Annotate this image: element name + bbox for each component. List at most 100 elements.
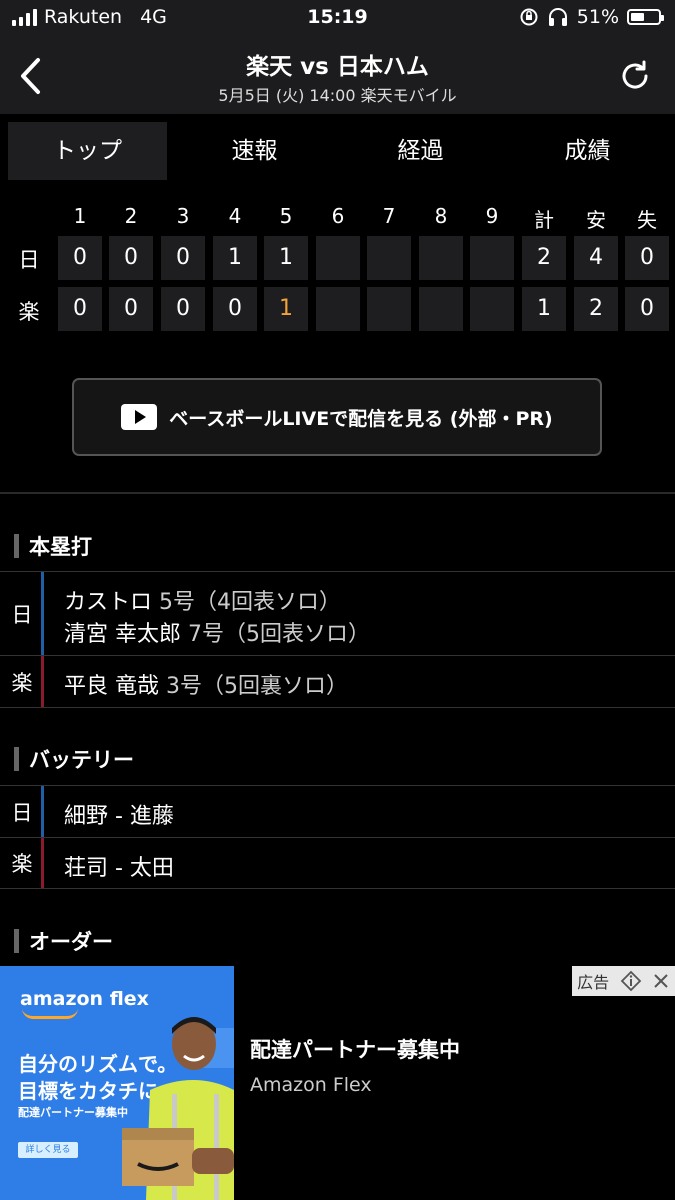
section-title-text: オーダー <box>29 930 113 954</box>
inning-header: 2 <box>124 204 138 228</box>
nav-bar: 楽天 vs 日本ハム 5月5日 (火) 14:00 楽天モバイル <box>0 38 675 114</box>
inning-header: 4 <box>228 204 242 228</box>
ad-cta-button[interactable]: 詳しく見る <box>18 1142 78 1158</box>
team-tag-label: 楽 <box>11 670 33 695</box>
battery-players: 細野 - 進藤 <box>64 804 174 829</box>
team-color-bar <box>41 838 44 888</box>
section-marker <box>14 747 19 771</box>
score-cell: 0 <box>58 287 102 331</box>
score-cell <box>316 236 360 280</box>
ad-logo: amazon flex <box>20 988 149 1010</box>
refresh-icon[interactable] <box>617 58 653 94</box>
live-stream-button[interactable]: ベースボールLIVEで配信を見る (外部・PR) <box>72 378 602 456</box>
status-bar: Rakuten 4G 15:19 51% <box>0 0 675 38</box>
tab-top[interactable]: トップ <box>8 122 167 180</box>
section-title-battery: バッテリー <box>14 744 134 774</box>
ad-tagline: 配達パートナー募集中 <box>18 1106 128 1119</box>
team-color-bar <box>41 786 44 837</box>
status-right: 51% <box>519 6 664 28</box>
delivery-person-illustration <box>122 1017 234 1200</box>
score-cell <box>470 236 514 280</box>
page-title: 楽天 vs 日本ハム <box>246 54 429 80</box>
inning-header: 7 <box>382 204 396 228</box>
homerun-detail: 3号（5回裏ソロ） <box>166 674 348 699</box>
team-tag-nichi: 日 <box>0 572 44 655</box>
ad-info-icon[interactable] <box>620 970 642 992</box>
tab-progress[interactable]: 経過 <box>341 122 500 180</box>
ad-badge: 広告 <box>572 966 675 996</box>
live-stream-label: ベースボールLIVEで配信を見る (外部・PR) <box>169 407 553 430</box>
play-icon <box>121 404 158 430</box>
orientation-lock-icon <box>520 8 538 26</box>
ad-label: 広告 <box>577 973 610 992</box>
total-runs-cell: 2 <box>522 236 566 280</box>
ad-close-icon[interactable] <box>652 972 670 990</box>
player-name: 平良 竜哉 <box>64 674 159 699</box>
errors-cell: 0 <box>625 287 669 331</box>
homerun-row-raku: 楽 平良 竜哉 3号（5回裏ソロ） <box>0 655 675 708</box>
homerun-entry: 平良 竜哉 3号（5回裏ソロ） <box>64 668 348 700</box>
section-title-order: オーダー <box>14 926 113 956</box>
ad-advertiser: Amazon Flex <box>250 1074 372 1096</box>
team-tag-label: 日 <box>11 800 33 825</box>
score-cell: 0 <box>109 236 153 280</box>
battery-percent: 51% <box>576 6 619 28</box>
player-name: カストロ <box>64 590 153 615</box>
score-cell: 0 <box>213 287 257 331</box>
battery-row-raku: 楽 荘司 - 太田 <box>0 837 675 889</box>
total-runs-cell: 1 <box>522 287 566 331</box>
inning-header: 3 <box>176 204 190 228</box>
team-tag-raku: 楽 <box>0 656 44 707</box>
inning-header: 9 <box>485 204 499 228</box>
score-cell <box>419 236 463 280</box>
headphones-icon <box>548 8 567 26</box>
homerun-entry: カストロ 5号（4回表ソロ） <box>64 584 341 616</box>
team-color-bar <box>41 572 44 655</box>
game-info: 5月5日 (火) 14:00 楽天モバイル <box>218 86 457 105</box>
score-cell: 0 <box>161 287 205 331</box>
hits-cell: 2 <box>574 287 618 331</box>
inning-header: 6 <box>331 204 345 228</box>
score-cell <box>367 287 411 331</box>
battery-row-nichi: 日 細野 - 進藤 <box>0 785 675 837</box>
inning-header: 8 <box>434 204 448 228</box>
homerun-row-nichi: 日 カストロ 5号（4回表ソロ） 清宮 幸太郎 7号（5回表ソロ） <box>0 571 675 655</box>
score-cell <box>316 287 360 331</box>
inning-header: 5 <box>279 204 293 228</box>
player-name: 清宮 幸太郎 <box>64 622 181 647</box>
team-label-nichi: 日 <box>18 248 40 272</box>
team-tag-label: 楽 <box>11 852 33 876</box>
inning-header: 1 <box>73 204 87 228</box>
section-title-text: バッテリー <box>29 748 134 772</box>
score-cell: 0 <box>109 287 153 331</box>
score-cell: 1 <box>213 236 257 280</box>
score-cell: 0 <box>58 236 102 280</box>
score-cell: 1 <box>264 236 308 280</box>
divider <box>0 492 675 494</box>
ad-creative[interactable]: amazon flex 自分のリズムで。 目標をカタチに。 配達パートナー募集中… <box>0 966 234 1200</box>
errors-header: 失 <box>637 208 657 232</box>
ad-banner[interactable]: amazon flex 自分のリズムで。 目標をカタチに。 配達パートナー募集中… <box>0 966 675 1200</box>
errors-cell: 0 <box>625 236 669 280</box>
tab-bar: トップ 速報 経過 成績 <box>0 114 675 188</box>
homerun-detail: 7号（5回表ソロ） <box>188 622 370 647</box>
hits-header: 安 <box>586 208 606 232</box>
tab-live[interactable]: 速報 <box>175 122 334 180</box>
tab-stats[interactable]: 成績 <box>508 122 667 180</box>
ad-title[interactable]: 配達パートナー募集中 <box>250 1034 460 1064</box>
section-marker <box>14 534 19 558</box>
section-marker <box>14 929 19 953</box>
total-runs-header: 計 <box>534 208 554 232</box>
team-tag-label: 日 <box>11 602 33 627</box>
score-cell <box>470 287 514 331</box>
score-cell <box>367 236 411 280</box>
score-cell: 0 <box>161 236 205 280</box>
score-cell <box>419 287 463 331</box>
hits-cell: 4 <box>574 236 618 280</box>
homerun-detail: 5号（4回表ソロ） <box>159 590 342 615</box>
homerun-entry: 清宮 幸太郎 7号（5回表ソロ） <box>64 616 370 648</box>
amazon-smile-icon <box>22 1008 78 1019</box>
team-tag-nichi: 日 <box>0 786 44 837</box>
section-title-text: 本塁打 <box>29 535 92 559</box>
team-label-raku: 楽 <box>18 300 40 324</box>
